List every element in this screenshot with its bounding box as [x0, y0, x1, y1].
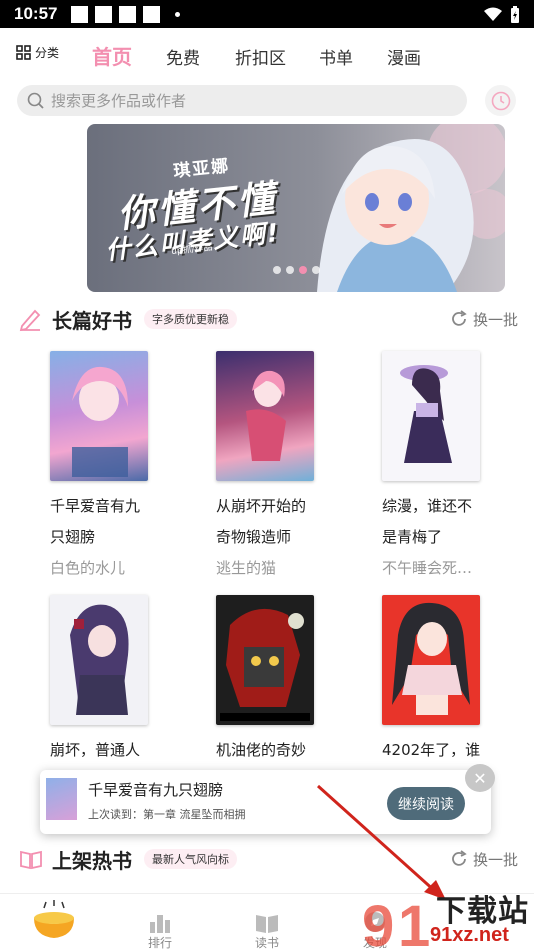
book-cover — [382, 351, 480, 481]
nav-label: 读书 — [254, 936, 279, 950]
book-card[interactable]: 千早爱音有九只翅膀 白色的水儿 — [50, 351, 180, 578]
category-button[interactable]: 分类 — [16, 44, 59, 61]
gold-ingot-icon — [34, 900, 74, 938]
refresh-icon — [452, 310, 467, 326]
nav-label: 排行 — [147, 936, 172, 950]
book-title: 综漫，谁还不是青梅了 — [382, 497, 473, 546]
wifi-icon — [484, 7, 502, 21]
top-nav: 分类 首页 免费 折扣区 书单 漫画 — [0, 36, 534, 80]
notification-icon — [119, 5, 137, 23]
tab-discount[interactable]: 折扣区 — [235, 44, 286, 69]
refresh-label: 换一批 — [472, 850, 518, 869]
nav-ranking[interactable]: 排行 — [130, 904, 190, 950]
book-cover — [50, 595, 148, 725]
banner-pager — [273, 266, 320, 274]
promo-banner[interactable]: 琪亚娜 你懂不懂 什么叫孝义啊! up抓/作品 — [87, 124, 505, 292]
pager-dot — [286, 266, 294, 274]
section-header-hot: 上架热书 最新人气风向标 换一批 — [18, 845, 518, 873]
status-bar: 10:57 — [0, 0, 534, 28]
battery-icon — [511, 5, 519, 23]
grid-icon — [16, 44, 31, 60]
pager-dot-active — [299, 266, 307, 274]
notification-icon — [95, 5, 113, 23]
book-title: 机油佬的奇妙 — [216, 741, 307, 759]
category-label: 分类 — [35, 46, 60, 60]
section-title: 上架热书 — [52, 848, 132, 873]
clock-icon — [491, 91, 510, 110]
section-title: 长篇好书 — [52, 308, 132, 333]
continue-reading-button[interactable]: 继续阅读 — [387, 787, 465, 820]
book-card[interactable]: 综漫，谁还不是青梅了 不午睡会死… — [382, 351, 512, 578]
book-title: 从崩坏开始的奇物锻造师 — [216, 497, 307, 546]
tab-home[interactable]: 首页 — [92, 41, 132, 70]
book-card[interactable]: 机油佬的奇妙 — [216, 595, 346, 766]
book-open-icon — [20, 850, 42, 870]
refresh-button[interactable]: 换一批 — [449, 309, 518, 330]
section-tag: 字多质优更新稳 — [144, 309, 237, 329]
search-placeholder: 搜索更多作品或作者 — [51, 92, 187, 110]
book-cover — [382, 595, 480, 725]
nav-bookshelf[interactable] — [24, 898, 84, 940]
book-cover — [216, 351, 314, 481]
tab-comics[interactable]: 漫画 — [387, 44, 421, 69]
pager-dot — [273, 266, 281, 274]
book-title: 崩坏，普通人 — [50, 741, 141, 759]
pencil-icon — [19, 309, 41, 332]
book-cover — [216, 595, 314, 725]
notification-icon — [71, 5, 89, 23]
more-notifications-icon — [175, 11, 181, 17]
watermark-text-bottom: 91xz.net — [430, 924, 509, 946]
book-title: 4202年了，谁 — [382, 741, 481, 759]
book-author: 白色的水儿 — [50, 559, 126, 577]
book-card[interactable]: 4202年了，谁 — [382, 595, 512, 766]
nav-read[interactable]: 读书 — [237, 904, 297, 950]
continue-progress: 上次读到：第一章 流星坠而相拥 — [88, 808, 246, 821]
refresh-icon — [452, 850, 467, 866]
book-card[interactable]: 崩坏，普通人 — [50, 595, 180, 766]
continue-book-title: 千早爱音有九只翅膀 — [88, 781, 224, 799]
close-icon[interactable]: ✕ — [465, 764, 495, 792]
bar-chart-icon — [150, 915, 170, 933]
svg-text:1: 1 — [398, 894, 430, 950]
pager-dot — [312, 266, 320, 274]
search-input[interactable]: 搜索更多作品或作者 — [17, 85, 467, 116]
refresh-label: 换一批 — [472, 310, 518, 329]
refresh-button[interactable]: 换一批 — [449, 849, 518, 870]
continue-reading-card[interactable]: 千早爱音有九只翅膀 上次读到：第一章 流星坠而相拥 继续阅读 ✕ — [40, 764, 495, 834]
book-card[interactable]: 从崩坏开始的奇物锻造师 逃生的猫 — [216, 351, 346, 578]
status-time: 10:57 — [14, 4, 58, 23]
search-icon — [27, 92, 44, 109]
history-button[interactable] — [485, 85, 516, 116]
book-title: 千早爱音有九只翅膀 — [50, 497, 141, 546]
watermark-logo: 9 1 下载站 91xz.net — [360, 886, 534, 950]
book-icon — [256, 915, 278, 933]
tab-booklist[interactable]: 书单 — [319, 44, 353, 69]
notification-icon — [143, 5, 161, 23]
book-cover — [50, 351, 148, 481]
book-author: 逃生的猫 — [216, 559, 277, 577]
continue-book-cover — [46, 778, 77, 820]
section-tag: 最新人气风向标 — [144, 849, 237, 869]
book-author: 不午睡会死… — [382, 559, 473, 577]
section-header-long: 长篇好书 字多质优更新稳 换一批 — [18, 305, 518, 333]
tab-free[interactable]: 免费 — [166, 44, 200, 69]
svg-text:9: 9 — [362, 894, 394, 950]
